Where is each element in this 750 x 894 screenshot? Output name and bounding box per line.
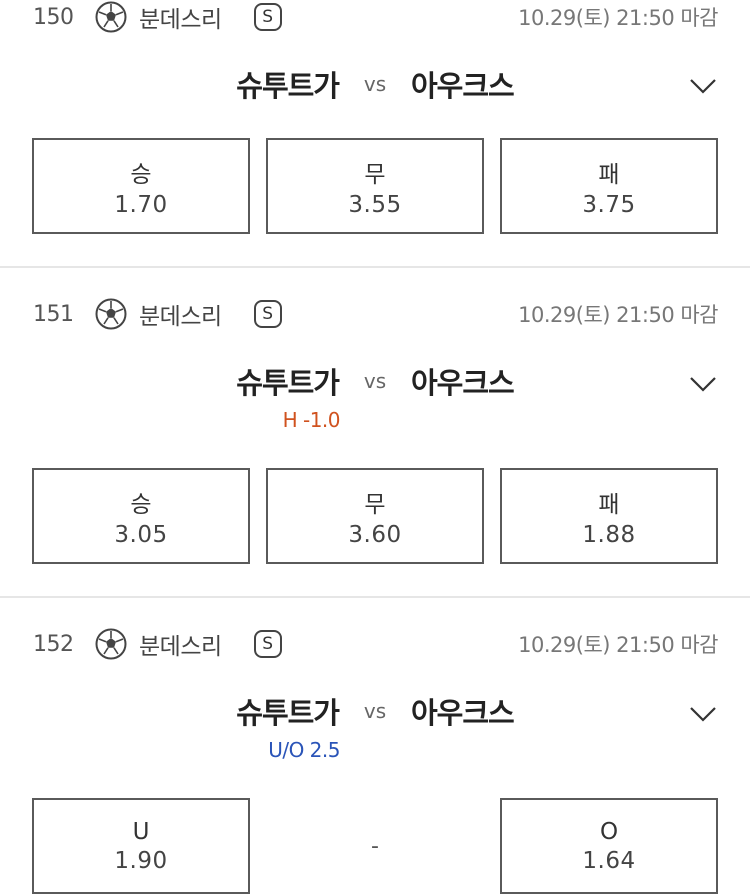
- deadline-time: 10.29(토) 21:50 마감: [518, 303, 718, 327]
- match-meta: 152 분데스리 S 10.29(토) 21:50 마감: [33, 627, 718, 661]
- deadline-time: 10.29(토) 21:50 마감: [518, 633, 718, 657]
- under-over-label: U/O 2.5: [268, 738, 340, 762]
- odds-value: 1.70: [114, 191, 168, 218]
- soccer-ball-icon: [95, 298, 127, 330]
- odds-win-button[interactable]: 승 3.05: [32, 468, 250, 564]
- odds-draw-button[interactable]: 무 3.60: [266, 468, 484, 564]
- vs-label: vs: [363, 369, 387, 393]
- special-badge: S: [253, 3, 282, 31]
- odds-value: 1.64: [582, 847, 636, 874]
- odds-value: 1.88: [582, 521, 636, 548]
- odds-label: U: [132, 818, 150, 845]
- away-team: 아우크스: [411, 696, 515, 730]
- league-name: 분데스리: [139, 304, 222, 330]
- league-name: 분데스리: [139, 7, 222, 33]
- odds-row: 승 3.05 무 3.60 패 1.88: [32, 468, 718, 564]
- soccer-ball-icon: [95, 628, 127, 660]
- chevron-down-icon[interactable]: [689, 705, 717, 723]
- match-meta: 150 분데스리 S 10.29(토) 21:50 마감: [33, 0, 718, 34]
- home-team: 슈투트가: [236, 696, 340, 730]
- odds-value: 3.75: [582, 191, 636, 218]
- teams-row: 슈투트가 vs 아우크스: [0, 361, 750, 401]
- odds-value: 3.60: [348, 521, 402, 548]
- match-number: 151: [33, 301, 74, 327]
- away-team: 아우크스: [411, 366, 515, 400]
- odds-label: O: [599, 818, 619, 845]
- odds-label: 패: [598, 491, 620, 518]
- chevron-down-icon[interactable]: [689, 375, 717, 393]
- odds-over-button[interactable]: O 1.64: [500, 798, 718, 894]
- home-team: 슈투트가: [236, 366, 340, 400]
- match-card: 151 분데스리 S 10.29(토) 21:50 마감 슈투트가 vs 아우크…: [0, 268, 750, 598]
- odds-row: U 1.90 - O 1.64: [32, 798, 718, 894]
- match-meta: 151 분데스리 S 10.29(토) 21:50 마감: [33, 297, 718, 331]
- odds-draw-button[interactable]: 무 3.55: [266, 138, 484, 234]
- match-card: 150 분데스리 S 10.29(토) 21:50 마감 슈투트가 vs 아우크…: [0, 0, 750, 268]
- match-list: 150 분데스리 S 10.29(토) 21:50 마감 슈투트가 vs 아우크…: [0, 0, 750, 894]
- teams-row: 슈투트가 vs 아우크스: [0, 691, 750, 731]
- odds-label: 무: [364, 161, 386, 188]
- special-badge: S: [253, 300, 282, 328]
- odds-row: 승 1.70 무 3.55 패 3.75: [32, 138, 718, 234]
- odds-under-button[interactable]: U 1.90: [32, 798, 250, 894]
- odds-value: 3.05: [114, 521, 168, 548]
- handicap-label: H -1.0: [282, 408, 341, 432]
- odds-label: 패: [598, 161, 620, 188]
- odds-lose-button[interactable]: 패 1.88: [500, 468, 718, 564]
- odds-label: 무: [364, 491, 386, 518]
- match-number: 150: [33, 4, 74, 30]
- league-name: 분데스리: [139, 634, 222, 660]
- chevron-down-icon[interactable]: [689, 77, 717, 95]
- home-team: 슈투트가: [236, 69, 340, 103]
- soccer-ball-icon: [95, 1, 127, 33]
- vs-label: vs: [363, 72, 387, 96]
- odds-unavailable: -: [371, 833, 379, 859]
- vs-label: vs: [363, 699, 387, 723]
- teams-row: 슈투트가 vs 아우크스: [0, 64, 750, 104]
- odds-value: 3.55: [348, 191, 402, 218]
- match-card: 152 분데스리 S 10.29(토) 21:50 마감 슈투트가 vs 아우크…: [0, 598, 750, 894]
- special-badge: S: [253, 630, 282, 658]
- deadline-time: 10.29(토) 21:50 마감: [518, 6, 718, 30]
- away-team: 아우크스: [411, 69, 515, 103]
- odds-label: 승: [130, 161, 152, 188]
- odds-lose-button[interactable]: 패 3.75: [500, 138, 718, 234]
- odds-win-button[interactable]: 승 1.70: [32, 138, 250, 234]
- match-number: 152: [33, 631, 74, 657]
- odds-value: 1.90: [114, 847, 168, 874]
- odds-label: 승: [130, 491, 152, 518]
